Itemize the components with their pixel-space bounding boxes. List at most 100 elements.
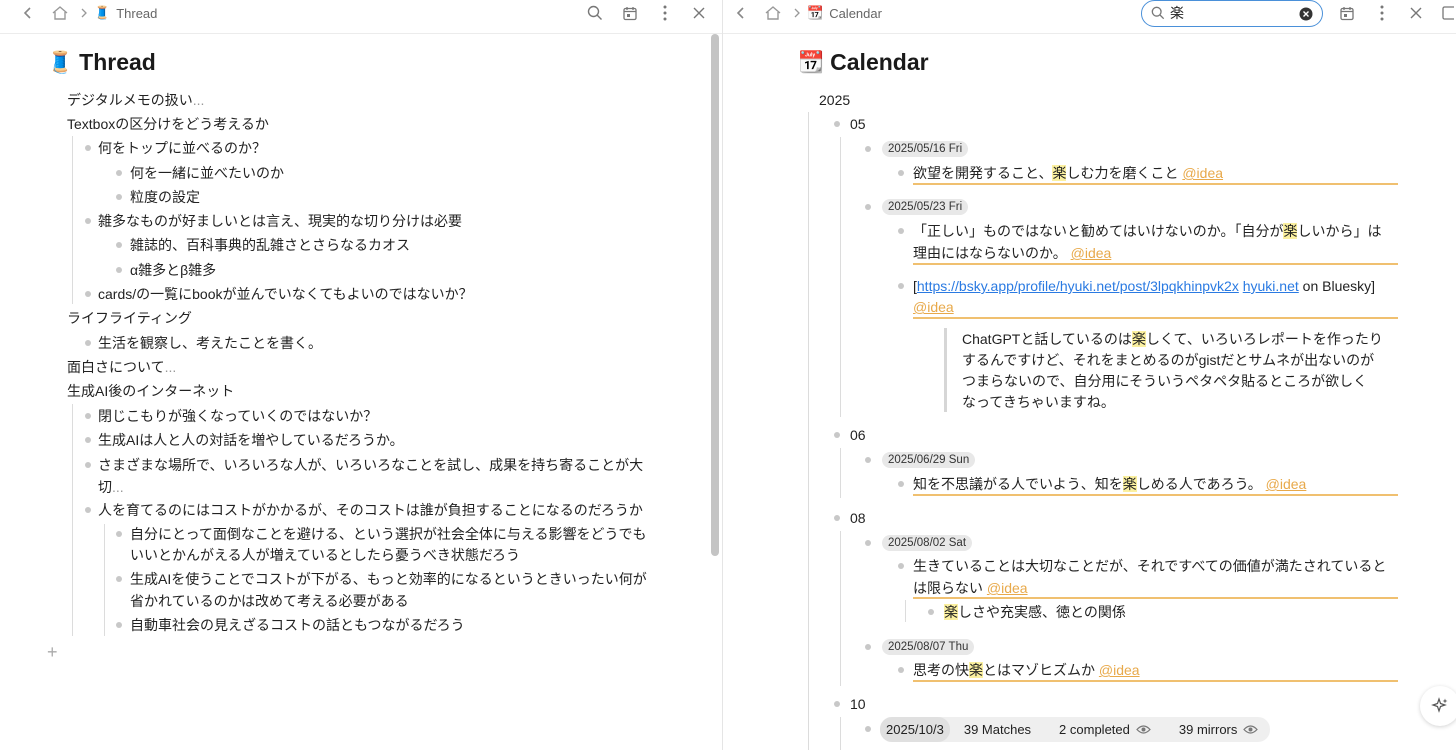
bullet[interactable] — [116, 242, 122, 248]
list-item[interactable]: 生成AIを使うことでコストが下がる、もっと効率的になるというときいったい何が — [130, 568, 647, 590]
bullet[interactable] — [116, 576, 122, 582]
home-icon[interactable] — [761, 0, 785, 26]
collapsed-ellipsis[interactable]: ... — [112, 479, 124, 495]
month-heading[interactable]: 06 — [850, 424, 866, 446]
bullet[interactable] — [834, 701, 840, 707]
breadcrumb[interactable]: 🧵 Thread — [94, 4, 157, 22]
calendar-entry[interactable]: 生きていることは大切なことだが、それですべての価値が満たされていると — [913, 555, 1386, 577]
idea-tag[interactable]: @idea — [913, 299, 954, 315]
bullet[interactable] — [898, 283, 904, 289]
list-item-continuation[interactable]: いいとかんがえる人が増えているとしたら憂うべき状態だろう — [130, 544, 520, 566]
bullet[interactable] — [865, 457, 871, 463]
bullet[interactable] — [865, 146, 871, 152]
eye-icon[interactable] — [1243, 724, 1259, 735]
clear-icon[interactable] — [1299, 7, 1313, 21]
bullet[interactable] — [898, 228, 904, 234]
bullet[interactable] — [834, 515, 840, 521]
bullet[interactable] — [116, 194, 122, 200]
date-badge[interactable]: 2025/05/23 Fri — [882, 199, 969, 215]
list-item[interactable]: 自分にとって面倒なことを避ける、という選択が社会全体に与える影響をどうでも — [130, 523, 646, 545]
bullet[interactable] — [85, 145, 91, 151]
month-heading[interactable]: 10 — [850, 693, 866, 715]
back-icon[interactable] — [18, 0, 38, 26]
date-badge[interactable]: 2025/10/3 — [880, 717, 950, 742]
bullet[interactable] — [865, 204, 871, 210]
list-item[interactable]: 雑多なものが好ましいとは言え、現実的な切り分けは必要 — [98, 210, 462, 232]
list-item[interactable]: cards/の一覧にbookが並んでいなくてもよいのではないか？ — [98, 283, 473, 305]
mirrors-count[interactable]: 39 mirrors — [1165, 722, 1259, 737]
bullet[interactable] — [898, 170, 904, 176]
scrollbar[interactable] — [711, 34, 719, 556]
search-field[interactable] — [1141, 0, 1323, 27]
bullet[interactable] — [116, 622, 122, 628]
list-item[interactable]: ライフライティング — [67, 307, 192, 329]
month-heading[interactable]: 05 — [850, 113, 866, 135]
bullet[interactable] — [85, 218, 91, 224]
bullet[interactable] — [116, 170, 122, 176]
bullet[interactable] — [116, 267, 122, 273]
bullet[interactable] — [116, 531, 122, 537]
bullet[interactable] — [865, 726, 871, 732]
idea-tag[interactable]: @idea — [987, 580, 1028, 596]
bullet[interactable] — [928, 609, 934, 615]
idea-tag[interactable]: @idea — [1099, 662, 1140, 678]
calendar-entry-continuation[interactable]: は限らない @idea — [913, 577, 1028, 599]
bullet[interactable] — [898, 563, 904, 569]
bullet[interactable] — [85, 462, 91, 468]
calendar-entry[interactable]: 楽しさや充実感、徳との関係 — [944, 601, 1126, 623]
list-item[interactable]: 人を育てるのにはコストがかかるが、そのコストは誰が負担することになるのだろうか — [98, 499, 643, 521]
bullet[interactable] — [898, 481, 904, 487]
bullet[interactable] — [85, 413, 91, 419]
close-icon[interactable] — [1407, 0, 1425, 26]
bullet[interactable] — [865, 644, 871, 650]
calendar-entry-continuation[interactable]: @idea — [913, 296, 954, 318]
bullet[interactable] — [865, 540, 871, 546]
list-item[interactable]: 自動車社会の見えざるコストの話ともつながるだろう — [130, 614, 465, 636]
search-icon[interactable] — [585, 0, 605, 26]
idea-tag[interactable]: @idea — [1071, 245, 1112, 261]
close-icon[interactable] — [690, 0, 708, 26]
search-input[interactable] — [1170, 5, 1290, 21]
date-badge[interactable]: 2025/08/02 Sat — [882, 535, 973, 551]
list-item-continuation[interactable]: 省かれているのかは改めて考える必要がある — [130, 590, 409, 612]
date-badge[interactable]: 2025/05/16 Fri — [882, 141, 969, 157]
collapsed-ellipsis[interactable]: ... — [165, 359, 177, 375]
calendar-entry[interactable]: 思考の快楽とはマゾヒズムか @idea — [913, 659, 1140, 681]
collapsed-ellipsis[interactable]: ... — [193, 92, 205, 108]
bullet[interactable] — [898, 667, 904, 673]
plus-icon[interactable]: + — [47, 642, 58, 663]
calendar-entry[interactable]: 欲望を開発すること、楽しむ力を磨くこと @idea — [913, 162, 1223, 184]
list-item[interactable]: 生成AIは人と人の対話を増やしているだろうか。 — [98, 429, 404, 451]
breadcrumb[interactable]: 📆 Calendar — [807, 4, 882, 22]
idea-tag[interactable]: @idea — [1266, 476, 1307, 492]
list-item[interactable]: α雑多とβ雑多 — [130, 259, 216, 281]
back-icon[interactable] — [731, 0, 751, 26]
list-item[interactable]: 何を一緒に並べたいのか — [130, 162, 284, 184]
eye-icon[interactable] — [1136, 724, 1151, 735]
list-item[interactable]: Textboxの区分けをどう考えるか — [67, 113, 269, 135]
external-link[interactable]: hyuki.net — [1243, 278, 1299, 294]
list-item[interactable]: さまざまな場所で、いろいろな人が、いろいろなことを試し、成果を持ち寄ることが大 — [98, 454, 643, 476]
external-link[interactable]: https://bsky.app/profile/hyuki.net/post/… — [917, 278, 1239, 294]
bullet[interactable] — [85, 340, 91, 346]
idea-tag[interactable]: @idea — [1182, 165, 1223, 181]
list-item[interactable]: 閉じこもりが強くなっていくのではないか？ — [98, 405, 377, 427]
date-badge[interactable]: 2025/08/07 Thu — [882, 639, 975, 655]
list-item[interactable]: 生成AI後のインターネット — [67, 380, 234, 402]
calendar-entry[interactable]: [https://bsky.app/profile/hyuki.net/post… — [913, 275, 1375, 297]
bullet[interactable] — [834, 432, 840, 438]
bullet[interactable] — [85, 291, 91, 297]
ai-assist-button[interactable] — [1420, 686, 1456, 726]
list-item[interactable]: 生活を観察し、考えたことを書く。 — [98, 332, 322, 354]
home-icon[interactable] — [48, 0, 72, 26]
list-item-continuation[interactable]: 切... — [98, 476, 124, 498]
calendar-icon[interactable] — [620, 0, 640, 26]
list-item[interactable]: デジタルメモの扱い... — [67, 89, 204, 111]
bullet[interactable] — [834, 121, 840, 127]
year-heading[interactable]: 2025 — [819, 89, 850, 111]
list-item[interactable]: 雑誌的、百科事典的乱雑さとさらなるカオス — [130, 234, 410, 256]
panel-icon[interactable] — [1441, 0, 1455, 26]
calendar-icon[interactable] — [1337, 0, 1357, 26]
calendar-entry[interactable]: 「正しい」ものではないと勧めてはいけないのか。「自分が楽しいから」は — [913, 220, 1381, 242]
calendar-entry[interactable]: 知を不思議がる人でいよう、知を楽しめる人であろう。 @idea — [913, 473, 1306, 495]
